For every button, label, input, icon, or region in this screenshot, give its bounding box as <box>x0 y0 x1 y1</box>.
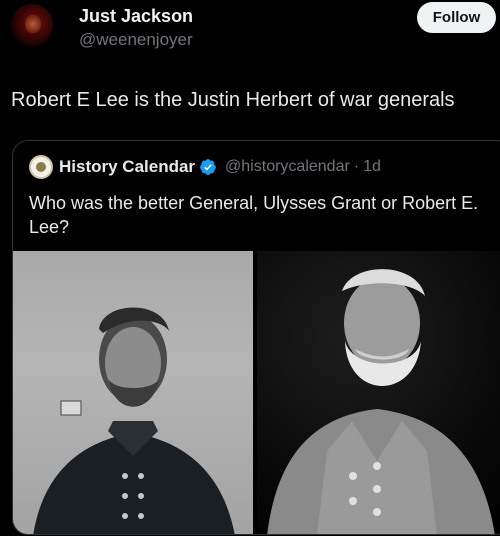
avatar[interactable] <box>11 4 53 46</box>
separator-dot: · <box>353 158 360 175</box>
quote-timestamp[interactable]: 1d <box>363 158 381 176</box>
author-handle[interactable]: @weenenjoyer <box>79 30 193 50</box>
quote-header: History Calendar @historycalendar · 1d <box>29 155 381 179</box>
verified-badge-icon <box>200 159 216 175</box>
tweet-text: Robert E Lee is the Justin Herbert of wa… <box>11 89 455 111</box>
quote-author-name[interactable]: History Calendar <box>59 157 195 177</box>
quote-avatar[interactable] <box>29 155 53 179</box>
media-grid <box>13 251 500 534</box>
tweet: Just Jackson @weenenjoyer Follow Robert … <box>0 0 500 536</box>
quote-author-handle[interactable]: @historycalendar <box>225 158 350 176</box>
quote-text: Who was the better General, Ulysses Gran… <box>29 193 479 237</box>
follow-button[interactable]: Follow <box>417 2 496 33</box>
photo-grant[interactable] <box>13 251 257 534</box>
author-name[interactable]: Just Jackson <box>79 6 193 27</box>
photo-lee[interactable] <box>257 251 500 534</box>
quoted-tweet[interactable]: History Calendar @historycalendar · 1d W… <box>12 140 500 535</box>
